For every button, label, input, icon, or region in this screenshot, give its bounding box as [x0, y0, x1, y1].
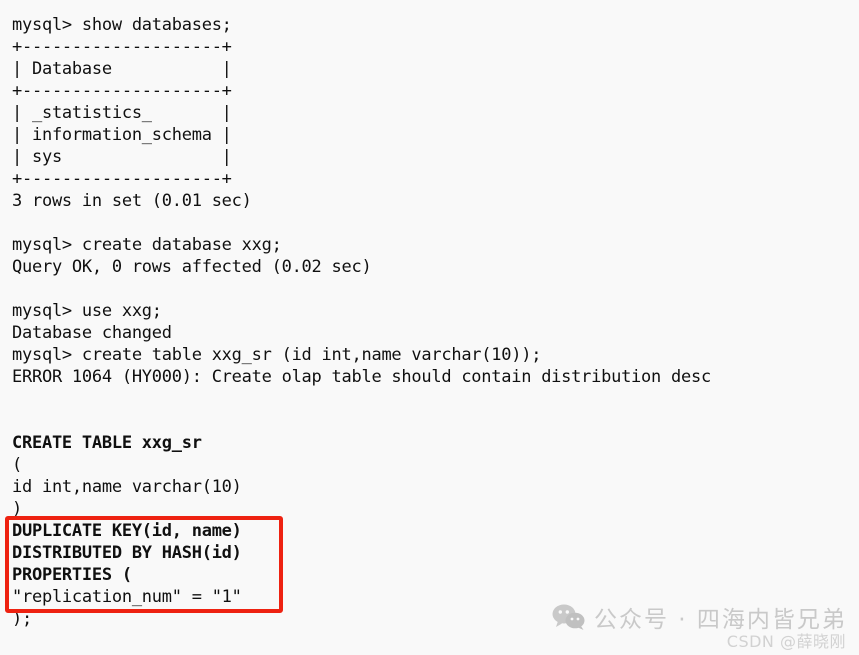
terminal-line: | Database |	[12, 59, 232, 79]
terminal-line: ERROR 1064 (HY000): Create olap table sh…	[12, 367, 711, 387]
terminal-line: | sys |	[12, 147, 232, 167]
terminal-line: PROPERTIES (	[12, 565, 132, 585]
terminal-line: id int,name varchar(10)	[12, 477, 242, 497]
terminal-line: Query OK, 0 rows affected (0.02 sec)	[12, 257, 372, 277]
terminal-line: CREATE TABLE xxg_sr	[12, 433, 202, 453]
terminal-line: +--------------------+	[12, 169, 232, 189]
terminal-line: DISTRIBUTED BY HASH(id)	[12, 543, 242, 563]
terminal-line: | _statistics_ |	[12, 103, 232, 123]
watermark: 公众号 · 四海内皆兄弟 CSDN @薛晓刚	[552, 600, 852, 651]
terminal-line: +--------------------+	[12, 81, 232, 101]
terminal-line: mysql> create database xxg;	[12, 235, 282, 255]
terminal-line: (	[12, 455, 22, 475]
terminal-line: )	[12, 499, 22, 519]
wechat-logo-icon	[552, 604, 585, 630]
terminal-line: 3 rows in set (0.01 sec)	[12, 191, 252, 211]
terminal-line: "replication_num" = "1"	[12, 587, 242, 607]
terminal-line: | information_schema |	[12, 125, 232, 145]
terminal-line: mysql> use xxg;	[12, 301, 162, 321]
terminal-line: DUPLICATE KEY(id, name)	[12, 521, 242, 541]
terminal-line: mysql> show databases;	[12, 15, 232, 35]
watermark-credit-text: CSDN @薛晓刚	[726, 632, 846, 651]
terminal-line: +--------------------+	[12, 37, 232, 57]
terminal-line: mysql> create table xxg_sr (id int,name …	[12, 345, 542, 365]
terminal-line: );	[12, 609, 32, 629]
terminal-output-area: mysql> show databases; +-----------------…	[0, 0, 859, 655]
terminal-line: Database changed	[12, 323, 172, 343]
